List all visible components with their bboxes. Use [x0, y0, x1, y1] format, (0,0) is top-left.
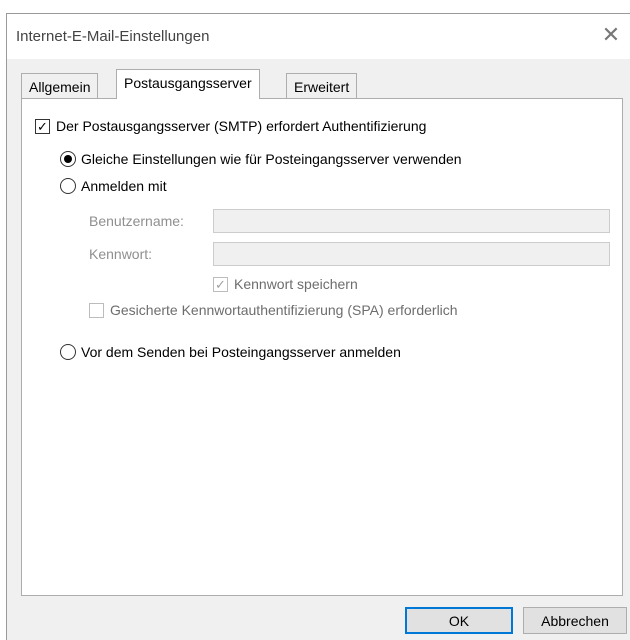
tab-panel-postausgangsserver: ✓ Der Postausgangsserver (SMTP) erforder… [21, 98, 623, 596]
spa-row[interactable]: Gesicherte Kennwortauthentifizierung (SP… [89, 302, 458, 318]
background-window-fragment [0, 0, 630, 14]
spa-label: Gesicherte Kennwortauthentifizierung (SP… [110, 302, 458, 318]
close-icon[interactable]: ✕ [598, 22, 624, 48]
radio-login-before-send-row[interactable]: Vor dem Senden bei Posteingangsserver an… [60, 344, 401, 360]
save-password-row[interactable]: ✓ Kennwort speichern [213, 276, 358, 292]
radio-login-before-send-label: Vor dem Senden bei Posteingangsserver an… [81, 344, 401, 360]
ok-button[interactable]: OK [405, 607, 513, 634]
cancel-button[interactable]: Abbrechen [523, 607, 627, 634]
username-label: Benutzername: [89, 213, 184, 229]
radio-same-settings-row[interactable]: Gleiche Einstellungen wie für Posteingan… [60, 151, 462, 167]
tab-allgemein[interactable]: Allgemein [21, 73, 99, 99]
email-settings-dialog: Internet-E-Mail-Einstellungen ✕ Allgemei… [6, 13, 630, 640]
smtp-auth-checkbox-row[interactable]: ✓ Der Postausgangsserver (SMTP) erforder… [35, 118, 426, 134]
password-field[interactable] [213, 242, 610, 266]
radio-login-with-row[interactable]: Anmelden mit [60, 178, 167, 194]
password-label: Kennwort: [89, 246, 153, 262]
radio-selected-dot [64, 155, 72, 163]
tab-postausgangsserver[interactable]: Postausgangsserver [116, 69, 260, 99]
spa-checkbox[interactable] [89, 302, 104, 318]
smtp-auth-checkbox[interactable]: ✓ [35, 118, 50, 134]
save-password-label: Kennwort speichern [234, 276, 358, 292]
username-field[interactable] [213, 209, 610, 233]
title-bar: Internet-E-Mail-Einstellungen ✕ [7, 14, 630, 59]
tab-erweitert[interactable]: Erweitert [286, 73, 358, 99]
radio-login-with-label: Anmelden mit [81, 178, 167, 194]
radio-login-with[interactable] [60, 178, 76, 194]
save-password-checkbox[interactable]: ✓ [213, 276, 228, 292]
radio-same-settings-label: Gleiche Einstellungen wie für Posteingan… [81, 151, 462, 167]
radio-login-before-send[interactable] [60, 344, 76, 360]
dialog-title: Internet-E-Mail-Einstellungen [16, 28, 210, 45]
radio-same-settings[interactable] [60, 151, 76, 167]
smtp-auth-label: Der Postausgangsserver (SMTP) erfordert … [56, 118, 427, 134]
